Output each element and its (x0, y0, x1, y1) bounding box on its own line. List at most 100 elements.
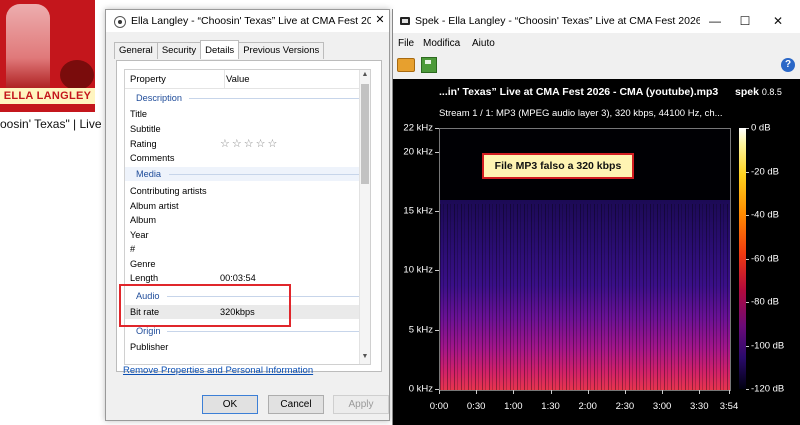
time-tick-label: 3:54 (719, 401, 739, 412)
table-row[interactable]: Genre (125, 257, 360, 271)
spek-window-title: Spek - Ella Langley - “Choosin' Texas” L… (415, 15, 700, 27)
stream-info: Stream 1 / 1: MP3 (MPEG audio layer 3), … (439, 108, 723, 119)
properties-dialog: Ella Langley - “Choosin' Texas” Live at … (105, 9, 390, 421)
column-property[interactable]: Property (130, 74, 166, 85)
bitrate-highlight-box (119, 284, 291, 327)
audio-file-icon (114, 16, 126, 28)
ok-button[interactable]: OK (202, 395, 258, 414)
spek-titlebar[interactable]: Spek - Ella Langley - “Choosin' Texas” L… (393, 9, 800, 33)
table-row[interactable]: # (125, 242, 360, 256)
tab-general[interactable]: General (114, 42, 158, 59)
fake-320-annotation: File MP3 falso a 320 kbps (482, 153, 634, 179)
table-row[interactable]: Subtitle (125, 122, 360, 136)
minimize-icon[interactable]: — (707, 14, 723, 28)
group-divider (169, 174, 359, 175)
frequency-tick-mark (435, 211, 439, 213)
table-row[interactable]: Title (125, 107, 360, 121)
time-tick-label: 1:30 (541, 401, 560, 412)
group-description[interactable]: Description (125, 91, 360, 105)
column-header: Property Value (125, 70, 370, 89)
frequency-tick-label: 20 kHz (403, 146, 433, 158)
menu-file[interactable]: File (398, 38, 414, 49)
group-label: Description (136, 93, 182, 103)
column-separator[interactable] (224, 70, 225, 88)
db-color-scale (739, 128, 746, 389)
property-name: Album (130, 215, 157, 225)
time-tick-label: 2:00 (578, 401, 597, 412)
cma-fest-logo (62, 10, 86, 36)
db-tick-mark (746, 302, 749, 303)
menu-aiuto[interactable]: Aiuto (472, 38, 495, 49)
tab-previous-versions[interactable]: Previous Versions (238, 42, 325, 59)
table-row[interactable]: Contributing artists (125, 184, 360, 198)
frequency-tick-mark (435, 270, 439, 272)
group-divider (167, 331, 359, 332)
table-row[interactable]: Publisher (125, 340, 360, 354)
time-tick-mark (550, 390, 552, 394)
apply-button[interactable]: Apply (333, 395, 389, 414)
spek-window: Spek - Ella Langley - “Choosin' Texas” L… (392, 9, 800, 425)
db-tick-label: -60 dB (751, 253, 779, 264)
table-row[interactable]: Comments (125, 151, 360, 165)
property-name: Comments (130, 153, 175, 163)
app-version-label: spek 0.8.5 (735, 86, 782, 98)
time-tick-label: 1:00 (504, 401, 523, 412)
spectrum-texture (440, 204, 730, 390)
table-row[interactable]: Rating ☆☆☆☆☆ (125, 137, 360, 151)
vertical-scrollbar[interactable]: ▲ ▼ (359, 70, 370, 364)
scrollbar-thumb[interactable] (361, 84, 369, 184)
open-folder-icon[interactable] (397, 58, 415, 72)
table-row[interactable]: Album (125, 213, 360, 227)
db-tick-mark (746, 128, 749, 129)
time-tick-label: 2:30 (615, 401, 635, 412)
dialog-titlebar[interactable]: Ella Langley - “Choosin' Texas” Live at … (106, 10, 389, 32)
artist-banner: ELLA LANGLEY (0, 88, 95, 104)
menu-modifica[interactable]: Modifica (423, 38, 460, 49)
tab-strip: General Security Details Previous Versio… (114, 40, 325, 59)
remove-properties-link[interactable]: Remove Properties and Personal Informati… (123, 365, 313, 376)
tab-security[interactable]: Security (156, 42, 202, 59)
property-name: # (130, 244, 136, 254)
rating-stars[interactable]: ☆☆☆☆☆ (220, 137, 279, 151)
save-icon[interactable] (421, 57, 437, 73)
close-icon[interactable]: ✕ (373, 13, 387, 27)
toolbar: ? (393, 55, 800, 77)
cancel-button[interactable]: Cancel (268, 395, 324, 414)
time-tick-mark (624, 390, 626, 394)
file-title: ...in' Texas” Live at CMA Fest 2026 - CM… (439, 86, 719, 98)
db-tick-label: -120 dB (751, 383, 785, 395)
time-tick-mark (662, 390, 664, 394)
table-row[interactable]: Length 00:03:54 (125, 271, 360, 285)
frequency-tick-mark (435, 329, 439, 331)
frequency-tick-mark (435, 128, 439, 129)
db-tick-label: -80 dB (751, 296, 779, 308)
help-icon[interactable]: ? (781, 58, 795, 72)
video-thumbnail[interactable]: ELLA LANGLEY (0, 0, 95, 112)
db-tick-label: -20 dB (751, 166, 779, 177)
property-name: Publisher (130, 342, 169, 352)
drum-kit-shape (60, 60, 94, 90)
scroll-up-icon[interactable]: ▲ (360, 71, 370, 81)
table-row[interactable]: Year (125, 228, 360, 242)
property-name: Rating (130, 139, 157, 149)
close-icon[interactable]: ✕ (770, 14, 786, 28)
db-tick-mark (746, 345, 749, 347)
maximize-icon[interactable]: ☐ (737, 14, 753, 28)
db-tick-mark (746, 171, 749, 173)
singer-figure (6, 4, 50, 94)
property-name: Album artist (130, 201, 179, 211)
spectrogram-canvas: ...in' Texas” Live at CMA Fest 2026 - CM… (393, 79, 800, 425)
db-tick-label: 0 dB (751, 122, 771, 134)
scroll-down-icon[interactable]: ▼ (360, 353, 370, 363)
time-tick-mark (439, 390, 440, 394)
column-value[interactable]: Value (226, 74, 250, 85)
time-tick-mark (513, 390, 515, 394)
tab-details[interactable]: Details (200, 40, 240, 59)
time-tick-label: 0:30 (466, 401, 486, 412)
group-media[interactable]: Media (125, 167, 360, 181)
table-row[interactable]: Album artist (125, 199, 360, 213)
db-tick-label: -40 dB (751, 209, 779, 221)
video-caption[interactable]: oosin' Texas" | Live (0, 117, 102, 131)
db-tick-label: -100 dB (751, 340, 785, 351)
time-tick-label: 3:00 (652, 401, 672, 412)
